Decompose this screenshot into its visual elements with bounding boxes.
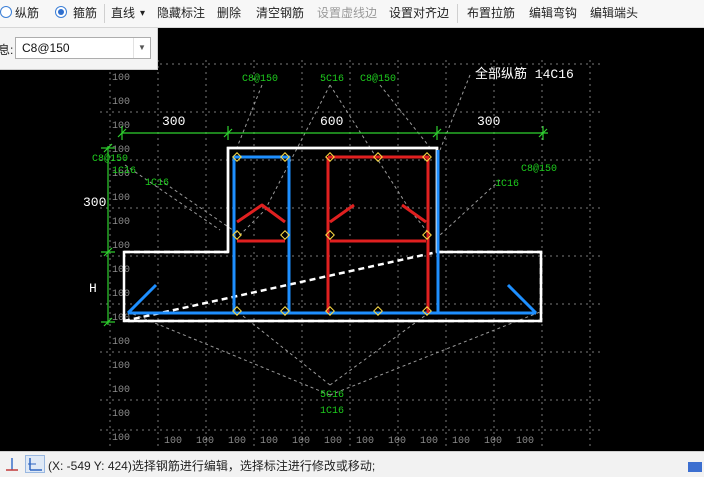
left-stirrup-label[interactable]: C8@150 xyxy=(92,153,128,165)
drawing-canvas[interactable]: 100 100 100 100 100 100 100 100 100 100 … xyxy=(0,27,704,451)
bottom-corner-rebar-label[interactable]: 1C16 xyxy=(320,406,344,417)
blue-stirrups xyxy=(126,150,538,315)
grid-label: 100 xyxy=(260,436,278,447)
grid-label: 100 xyxy=(112,97,130,108)
dimension-lines xyxy=(101,126,548,327)
dim-middle[interactable]: 600 xyxy=(320,114,343,129)
grid-label: 100 xyxy=(420,436,438,447)
grid-label: 100 xyxy=(228,436,246,447)
dim-right[interactable]: 300 xyxy=(477,114,500,129)
rebar-spec-combobox[interactable]: C8@150 ▼ xyxy=(15,37,151,59)
edit-hook-button[interactable]: 编辑弯钩 xyxy=(529,5,577,22)
grid-label: 100 xyxy=(112,121,130,132)
top-right-stirrup-label[interactable]: C8@150 xyxy=(360,73,396,85)
resize-grip[interactable] xyxy=(688,462,702,472)
grid-label: 100 xyxy=(112,241,130,252)
stirrup-radio[interactable] xyxy=(55,6,67,18)
bottom-rebar-label[interactable]: 5C16 xyxy=(320,390,344,401)
left-flange-rebar-label[interactable]: 1C16 xyxy=(145,178,169,189)
grid-label: 100 xyxy=(196,436,214,447)
grid-label: 100 xyxy=(164,436,182,447)
toolbar-separator xyxy=(104,4,105,23)
top-rebar-label[interactable]: 5C16 xyxy=(320,74,344,85)
stirrup-mode-label[interactable]: 箍筋 xyxy=(73,5,97,22)
flange-dashed-outline xyxy=(123,250,543,323)
status-message: (X: -549 Y: 424)选择钢筋进行编辑，选择标注进行修改或移动; xyxy=(48,459,376,473)
grid-label: 100 xyxy=(452,436,470,447)
hide-dimensions-button[interactable]: 隐藏标注 xyxy=(157,5,205,22)
status-bar: (X: -549 Y: 424)选择钢筋进行编辑，选择标注进行修改或移动; xyxy=(0,451,704,477)
grid-label: 100 xyxy=(112,385,130,396)
grid-label: 100 xyxy=(112,289,130,300)
clear-rebar-button[interactable]: 清空钢筋 xyxy=(256,5,304,22)
grid-label: 100 xyxy=(112,265,130,276)
grid-label: 100 xyxy=(516,436,534,447)
edit-end-button[interactable]: 编辑端头 xyxy=(590,5,638,22)
tie-hooks xyxy=(236,203,427,224)
left-corner-rebar-label[interactable]: 1C16 xyxy=(112,166,136,177)
right-stirrup-label[interactable]: C8@150 xyxy=(521,163,557,175)
grid-label: 100 xyxy=(388,436,406,447)
right-web-stirrup[interactable] xyxy=(326,155,430,313)
rebar-info-label: 息: xyxy=(0,43,14,57)
dim-web-height[interactable]: 300 xyxy=(83,195,106,210)
grid-label: 100 xyxy=(484,436,502,447)
place-tie-button[interactable]: 布置拉筋 xyxy=(467,5,515,22)
dim-left[interactable]: 300 xyxy=(162,114,185,129)
grid-label: 100 xyxy=(324,436,342,447)
line-mode-dropdown-icon[interactable]: ▾ xyxy=(140,5,145,22)
right-flange-rebar-label[interactable]: 1C16 xyxy=(495,179,519,190)
line-mode-button[interactable]: 直线 xyxy=(111,5,135,22)
grid-label: 100 xyxy=(112,337,130,348)
grid-label: 100 xyxy=(356,436,374,447)
grid-label: 100 xyxy=(112,409,130,420)
section-outline xyxy=(122,146,543,323)
delete-button[interactable]: 删除 xyxy=(217,5,241,22)
axis-icon[interactable] xyxy=(3,455,21,473)
grid-label: 100 xyxy=(112,433,130,444)
grid-label: 100 xyxy=(112,73,130,84)
dim-flange-height[interactable]: H xyxy=(89,281,97,296)
flange-stirrup[interactable] xyxy=(128,246,536,315)
set-dashed-edge-button[interactable]: 设置虚线边 xyxy=(317,5,377,22)
longitudinal-mode-label[interactable]: 纵筋 xyxy=(15,5,39,22)
grid-label: 100 xyxy=(112,217,130,228)
toolbar: 纵筋 箍筋 直线 ▾ 隐藏标注 删除 清空钢筋 设置虚线边 设置对齐边 布置拉筋… xyxy=(0,0,704,28)
grid-label: 100 xyxy=(112,193,130,204)
grid-label: 100 xyxy=(292,436,310,447)
top-left-stirrup-label[interactable]: C8@150 xyxy=(242,73,278,85)
rebar-spec-value[interactable]: C8@150 xyxy=(22,41,70,55)
grid-label: 100 xyxy=(112,361,130,372)
rebar-info-panel: 息: C8@150 ▼ xyxy=(0,28,158,70)
set-align-edge-button[interactable]: 设置对齐边 xyxy=(389,5,449,22)
all-longitudinal-label[interactable]: 全部纵筋 14C16 xyxy=(475,66,574,82)
toolbar-separator xyxy=(457,4,458,23)
snap-icon[interactable] xyxy=(25,455,45,473)
chevron-down-icon[interactable]: ▼ xyxy=(133,38,150,58)
longitudinal-radio[interactable] xyxy=(0,6,12,18)
